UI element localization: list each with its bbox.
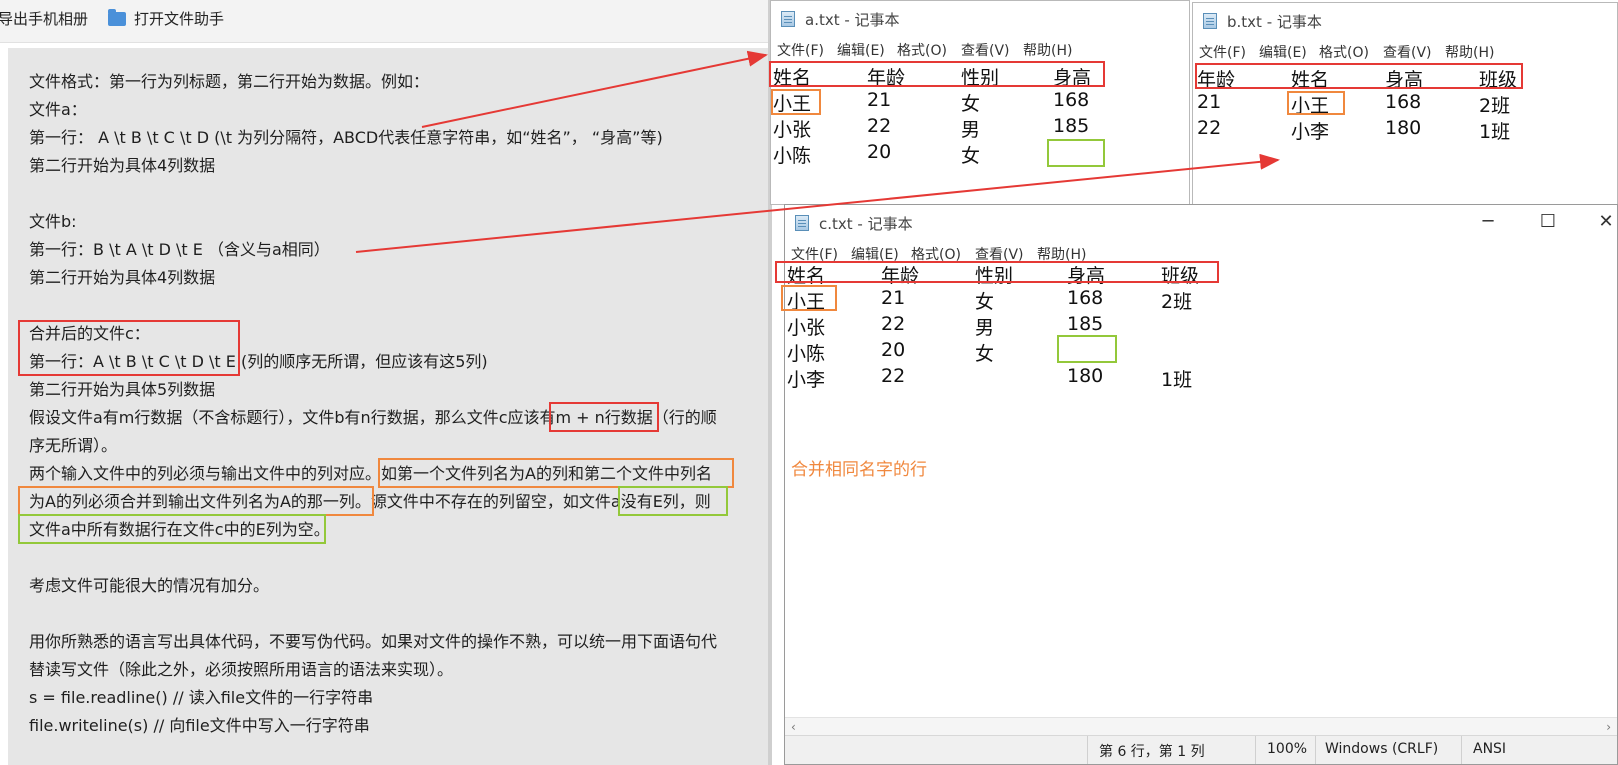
annotation-arrows xyxy=(355,50,1280,253)
arrow-to-file-b xyxy=(355,153,1280,253)
arrow-to-file-a xyxy=(421,50,768,128)
